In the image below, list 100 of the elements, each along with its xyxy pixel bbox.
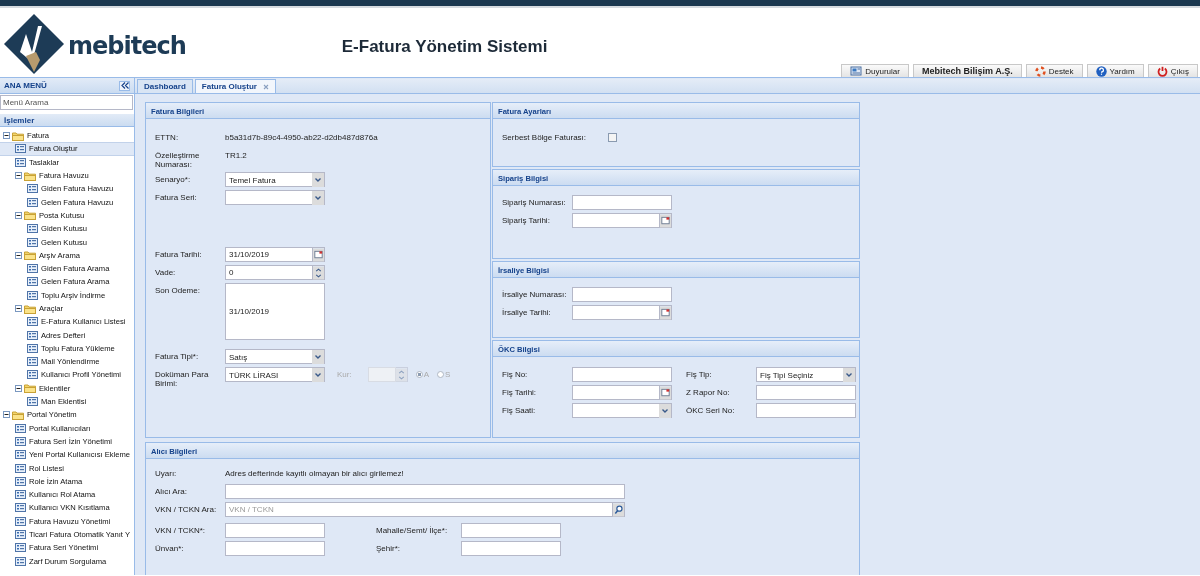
input-field[interactable] [572, 367, 672, 383]
field-value: TR1.2 [225, 150, 247, 160]
input-field[interactable] [461, 541, 561, 556]
calendar-button[interactable] [660, 385, 672, 401]
list-page-icon [15, 543, 26, 553]
list-page-icon [15, 157, 26, 167]
list-page-icon [27, 237, 38, 247]
field-label: Serbest Bölge Faturası: [502, 132, 588, 142]
field-label: Vade: [155, 267, 177, 277]
caret-icon [312, 350, 324, 364]
input-field[interactable] [756, 385, 856, 401]
folder-icon [24, 303, 36, 314]
search-icon [613, 503, 624, 517]
calendar-icon [313, 248, 324, 262]
input-field[interactable] [572, 195, 672, 210]
date-field[interactable]: 31/10/2019 [225, 247, 313, 262]
caret-icon [843, 368, 855, 383]
checkbox[interactable] [608, 133, 617, 142]
select-field[interactable] [572, 403, 672, 419]
field-label: Z Rapor No: [686, 387, 731, 398]
field-label: Senaryo*: [155, 174, 192, 184]
spinner-arrows-icon [395, 368, 407, 382]
field-label: Fiş No: [502, 369, 529, 380]
list-page-icon [15, 530, 26, 540]
date-field[interactable] [572, 304, 660, 320]
spinner-button[interactable] [313, 265, 325, 280]
field-label: Doküman Para Birimi: [155, 369, 210, 388]
folder-icon [12, 130, 24, 141]
list-page-icon [15, 463, 26, 473]
field-label: Uyarı: [155, 468, 178, 478]
input-field[interactable] [461, 523, 561, 538]
list-page-icon [27, 370, 38, 380]
field-label: ETTN: [155, 132, 180, 142]
select-field[interactable]: Temel Fatura [225, 172, 325, 187]
input-field[interactable] [225, 541, 325, 556]
calendar-button[interactable] [660, 213, 672, 228]
double-chevron-icon [120, 82, 129, 89]
field-label: Mahalle/Semt/ İlçe*: [376, 525, 449, 535]
help-icon [1095, 65, 1107, 77]
search-field[interactable]: VKN / TCKN [225, 502, 613, 517]
calendar-icon [660, 386, 671, 401]
power-icon [1156, 65, 1168, 77]
search-button[interactable] [613, 502, 625, 517]
section-header: İşlemler [0, 114, 134, 127]
folder-icon [12, 409, 24, 420]
list-page-icon [15, 423, 26, 433]
select-field[interactable] [225, 190, 325, 205]
field-label: Özelleştirme Numarası: [155, 150, 201, 169]
list-page-icon [15, 490, 26, 500]
list-page-icon [15, 476, 26, 486]
date-field[interactable] [572, 213, 660, 228]
text-area[interactable]: 31/10/2019 [225, 283, 325, 340]
field-label: Fiş Tip: [686, 369, 713, 380]
list-page-icon [27, 397, 38, 407]
list-page-icon [27, 224, 38, 234]
date-field[interactable] [572, 385, 660, 401]
list-page-icon [27, 317, 38, 327]
header-button[interactable]: Çıkış [1147, 64, 1198, 77]
list-page-icon [15, 144, 26, 154]
field-label: Fiş Tarihi: [502, 387, 538, 398]
number-field[interactable]: 0 [225, 265, 313, 280]
logo-text: mebitech [68, 32, 186, 60]
input-field[interactable] [225, 523, 325, 538]
select-field[interactable]: Fiş Tipi Seçiniz [756, 367, 856, 383]
select-field[interactable]: TÜRK LİRASI [225, 367, 325, 382]
tab[interactable]: Fatura Oluştur [194, 79, 276, 93]
folder-icon [24, 383, 36, 394]
field-label: Ünvan*: [155, 543, 185, 553]
field-label: ÖKC Seri No: [686, 405, 736, 416]
menu-search-field[interactable]: Menü Arama [0, 95, 133, 110]
select-field[interactable]: Satış [225, 349, 325, 364]
list-page-icon [27, 290, 38, 300]
input-field[interactable] [225, 484, 625, 499]
input-field[interactable] [572, 286, 672, 302]
caret-icon [312, 191, 324, 205]
list-page-icon [27, 197, 38, 207]
calendar-button[interactable] [660, 304, 672, 320]
calendar-button[interactable] [313, 247, 325, 262]
list-page-icon [15, 556, 26, 566]
calendar-icon [660, 305, 671, 320]
field-value: b5a31d7b-89c4-4950-ab22-d2db487d876a [225, 132, 378, 142]
rate-label: Kur: [337, 370, 352, 379]
tab[interactable]: Dashboard [137, 79, 193, 93]
header-button[interactable]: Destek [1025, 64, 1083, 77]
field-label: Fatura Tipi*: [155, 351, 200, 361]
spinner-button[interactable] [395, 367, 408, 382]
field-label: VKN / TCKN*: [155, 525, 207, 535]
list-page-icon [15, 450, 26, 460]
header-button[interactable]: Duyurular [841, 64, 909, 77]
folder-icon [24, 250, 36, 261]
header-button[interactable]: Mebitech Bilişim A.Ş. [912, 64, 1022, 77]
app-title: E-Fatura Yönetim Sistemi [341, 37, 548, 57]
list-page-icon [27, 184, 38, 194]
header-button[interactable]: Yardım [1086, 64, 1144, 77]
caret-icon [312, 368, 324, 382]
field-label: Sipariş Tarihi: [502, 215, 551, 225]
field-label: Alıcı Ara: [155, 486, 188, 496]
input-field[interactable] [756, 403, 856, 419]
collapse-button[interactable] [119, 80, 130, 91]
list-page-icon [15, 436, 26, 446]
